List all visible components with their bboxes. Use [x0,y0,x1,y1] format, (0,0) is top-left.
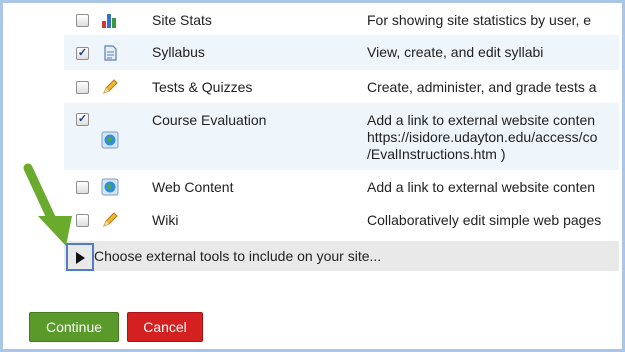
tool-row-tests-quizzes: Tests & Quizzes Create, administer, and … [64,70,619,103]
external-tools-toggle[interactable]: Choose external tools to include on your… [64,241,619,271]
tool-name: Site Stats [152,12,212,28]
tool-description: Add a link to external website conten [367,179,596,195]
bar-chart-icon [102,14,116,28]
tool-name: Tests & Quizzes [152,79,253,95]
globe-icon [101,131,119,149]
tool-name: Wiki [152,212,179,228]
tool-description: Create, administer, and grade tests a [367,79,597,95]
cancel-button[interactable]: Cancel [127,312,203,342]
tool-checkbox[interactable]: ✓ [76,113,89,126]
tool-row-site-stats: Site Stats For showing site statistics b… [64,3,619,35]
tool-row-web-content: Web Content Add a link to external websi… [64,170,619,203]
tool-description: For showing site statistics by user, e [367,12,592,28]
tool-row-course-evaluation: ✓ Course Evaluation Add a link to extern… [64,103,619,170]
tool-checkbox[interactable]: ✓ [76,47,89,60]
external-tools-label: Choose external tools to include on your… [94,248,382,264]
tool-name: Web Content [152,179,234,195]
tool-checkbox[interactable] [76,14,89,27]
tool-row-wiki: Wiki Collaboratively edit simple web pag… [64,203,619,238]
pencil-icon [103,79,118,94]
tool-description: Collaboratively edit simple web pages [367,212,602,228]
continue-button[interactable]: Continue [29,312,119,342]
tool-name: Course Evaluation [152,112,267,128]
tool-description: View, create, and edit syllabi [367,44,544,60]
document-icon [104,45,117,61]
pencil-icon [103,212,118,227]
tool-checkbox[interactable] [76,81,89,94]
globe-icon [101,178,119,196]
tool-name: Syllabus [152,44,205,60]
tool-row-syllabus: ✓ Syllabus View, create, and edit syllab… [64,35,619,70]
tool-description: Add a link to external website conten ht… [367,112,598,162]
expand-triangle-icon[interactable] [76,252,85,264]
annotation-arrow-icon [23,163,72,246]
